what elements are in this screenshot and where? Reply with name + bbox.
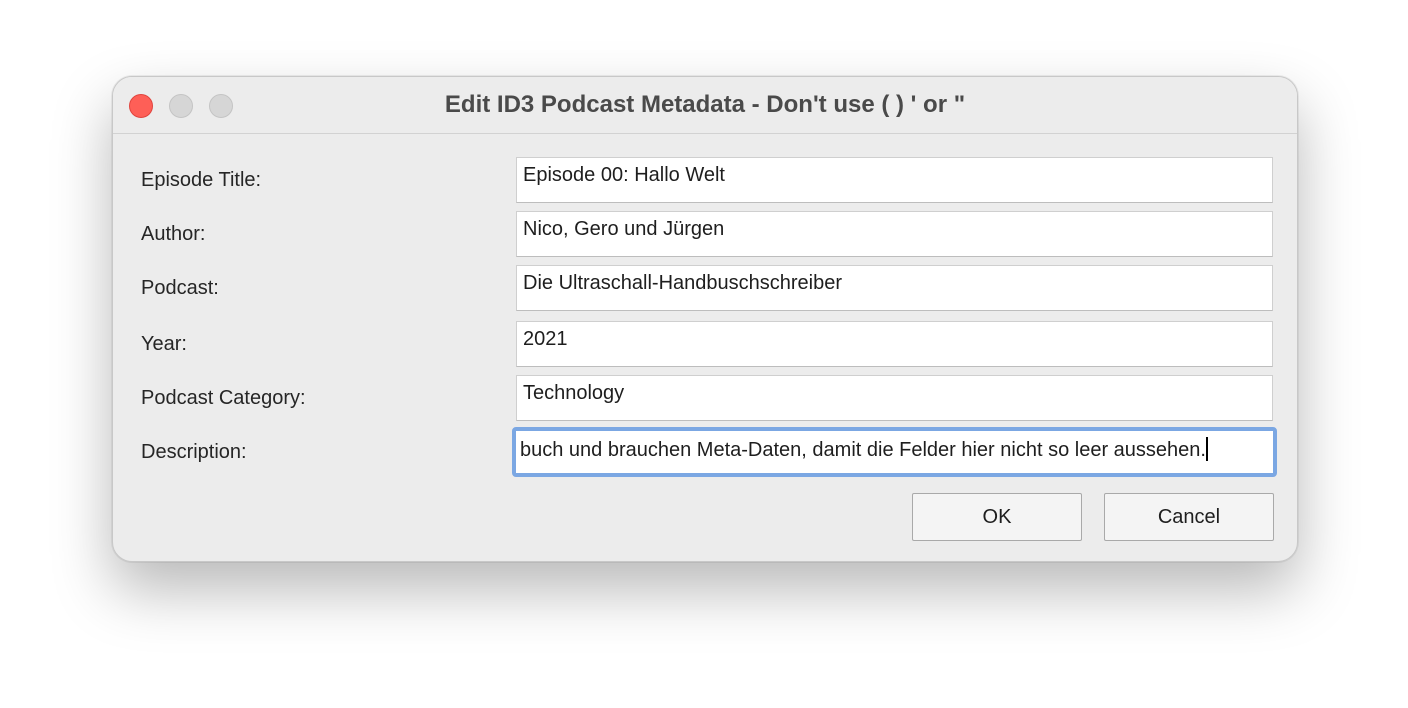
form-row-podcast-category: Podcast Category: Technology xyxy=(113,375,1297,421)
year-field[interactable]: 2021 xyxy=(516,321,1273,367)
podcast-label: Podcast: xyxy=(141,277,219,299)
podcast-field[interactable]: Die Ultraschall-Handbuschschreiber xyxy=(516,265,1273,311)
description-label: Description: xyxy=(141,441,247,463)
author-label: Author: xyxy=(141,223,206,245)
cancel-button[interactable]: Cancel xyxy=(1104,493,1274,541)
form-row-year: Year: 2021 xyxy=(113,321,1297,367)
description-field[interactable]: buch und brauchen Meta-Daten, damit die … xyxy=(512,427,1277,477)
title-bar[interactable]: Edit ID3 Podcast Metadata - Don't use ( … xyxy=(113,77,1297,134)
episode-title-field[interactable]: Episode 00: Hallo Welt xyxy=(516,157,1273,203)
year-label: Year: xyxy=(141,333,187,355)
window-title: Edit ID3 Podcast Metadata - Don't use ( … xyxy=(444,91,966,118)
form-row-author: Author: Nico, Gero und Jürgen xyxy=(113,211,1297,257)
episode-title-label: Episode Title: xyxy=(141,169,262,191)
author-field[interactable]: Nico, Gero und Jürgen xyxy=(516,211,1273,257)
podcast-category-label: Podcast Category: xyxy=(141,387,306,409)
form-row-podcast: Podcast: Die Ultraschall-Handbuschschrei… xyxy=(113,265,1297,311)
podcast-category-field[interactable]: Technology xyxy=(516,375,1273,421)
description-value: buch und brauchen Meta-Daten, damit die … xyxy=(520,439,1206,461)
form-row-description: Description: buch und brauchen Meta-Date… xyxy=(113,427,1297,477)
form-row-episode-title: Episode Title: Episode 00: Hallo Welt xyxy=(113,157,1297,203)
dialog-window: Edit ID3 Podcast Metadata - Don't use ( … xyxy=(112,76,1298,562)
ok-button[interactable]: OK xyxy=(912,493,1082,541)
text-caret xyxy=(1205,437,1208,461)
